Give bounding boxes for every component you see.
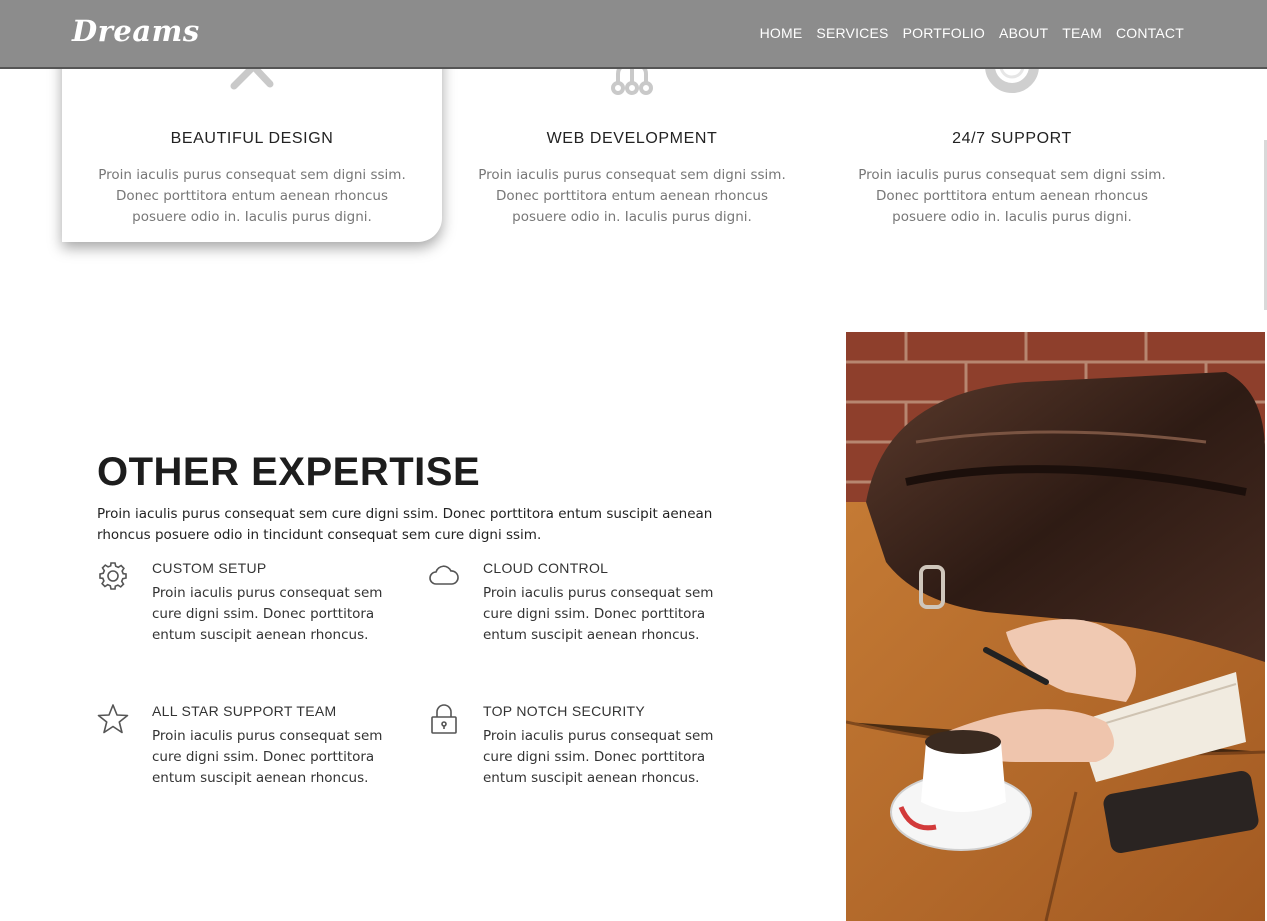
gear-icon [97,560,129,592]
service-text: Proin iaculis purus consequat sem digni … [478,167,786,225]
section-intro: Proin iaculis purus consequat sem cure d… [97,506,713,543]
expertise-photo [846,332,1265,921]
nav-team[interactable]: TEAM [1062,25,1102,41]
cloud-icon [428,560,460,592]
brand-logo[interactable]: Dreams [72,14,200,48]
nav-services[interactable]: SERVICES [816,25,888,41]
lock-icon [428,703,460,735]
feature-title: CUSTOM SETUP [152,560,267,576]
nav-contact[interactable]: CONTACT [1116,25,1184,41]
feature-title: ALL STAR SUPPORT TEAM [152,703,337,719]
feature-text: Proin iaculis purus consequat sem cure d… [152,728,383,786]
service-title: BEAUTIFUL DESIGN [170,130,334,147]
nav-about[interactable]: ABOUT [999,25,1048,41]
feature-title: TOP NOTCH SECURITY [483,703,646,719]
nav-portfolio[interactable]: PORTFOLIO [903,25,985,41]
service-title: WEB DEVELOPMENT [546,130,718,147]
feature-text: Proin iaculis purus consequat sem cure d… [483,728,714,786]
site-header: Dreams HOME SERVICES PORTFOLIO ABOUT TEA… [0,0,1267,69]
service-text: Proin iaculis purus consequat sem digni … [858,167,1166,225]
star-icon [97,703,129,735]
service-title: 24/7 SUPPORT [952,130,1072,147]
feature-text: Proin iaculis purus consequat sem cure d… [483,585,714,643]
feature-title: CLOUD CONTROL [483,560,609,576]
section-title: OTHER EXPERTISE [97,450,481,494]
main-nav: HOME SERVICES PORTFOLIO ABOUT TEAM CONTA… [760,25,1184,41]
feature-text: Proin iaculis purus consequat sem cure d… [152,585,383,643]
service-text: Proin iaculis purus consequat sem digni … [98,167,406,225]
nav-home[interactable]: HOME [760,25,803,41]
